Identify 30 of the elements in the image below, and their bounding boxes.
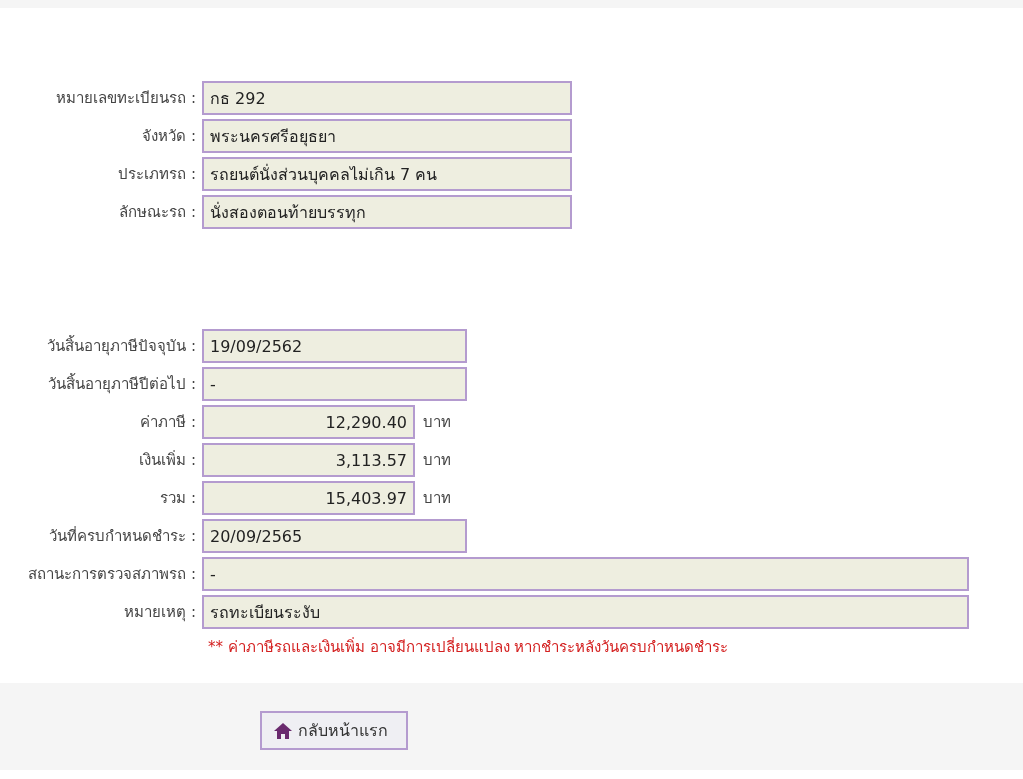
home-icon [274, 722, 292, 739]
field-label: หมายเหตุ : [123, 602, 196, 624]
field-label: เงินเพิ่ม : [138, 449, 196, 471]
field-label: วันสิ้นอายุภาษีปัจจุบัน : [46, 334, 196, 358]
input-field[interactable]: รถทะเบียนระงับ [202, 595, 969, 629]
home-button[interactable]: กลับหน้าแรก [260, 711, 408, 750]
input-field[interactable]: 12,290.40 [202, 405, 415, 439]
field-label: รวม : [159, 488, 196, 509]
unit-label: บาท [423, 412, 451, 433]
input-field[interactable]: - [202, 367, 467, 401]
field-label: วันสิ้นอายุภาษีปีต่อไป : [47, 372, 196, 396]
input-field[interactable]: - [202, 557, 969, 591]
field-label: ประเภทรถ : [117, 164, 196, 185]
field-label: สถานะการตรวจสภาพรถ : [27, 564, 196, 585]
input-field[interactable]: 3,113.57 [202, 443, 415, 477]
unit-label: บาท [423, 450, 451, 471]
field-label: หมายเลขทะเบียนรถ : [55, 88, 196, 109]
field-label: ลักษณะรถ : [118, 202, 196, 223]
warning-note: ** ค่าภาษีรถและเงินเพิ่ม อาจมีการเปลี่ยนแปลง หากชำระหลังวันครบกำหนดชำระ [208, 636, 730, 658]
input-field[interactable]: รถยนต์นั่งส่วนบุคคลไม่เกิน 7 คน [202, 157, 572, 191]
field-label: วันที่ครบกำหนดชำระ : [48, 525, 196, 547]
field-label: จังหวัด : [141, 126, 196, 147]
input-field[interactable]: กธ 292 [202, 81, 572, 115]
unit-label: บาท [423, 488, 451, 509]
input-field[interactable]: นั่งสองตอนท้ายบรรทุก [202, 195, 572, 229]
input-field[interactable]: พระนครศรีอยุธยา [202, 119, 572, 153]
input-field[interactable]: 20/09/2565 [202, 519, 467, 553]
input-field[interactable]: 15,403.97 [202, 481, 415, 515]
field-label: ค่าภาษี : [139, 412, 196, 433]
input-field[interactable]: 19/09/2562 [202, 329, 467, 363]
